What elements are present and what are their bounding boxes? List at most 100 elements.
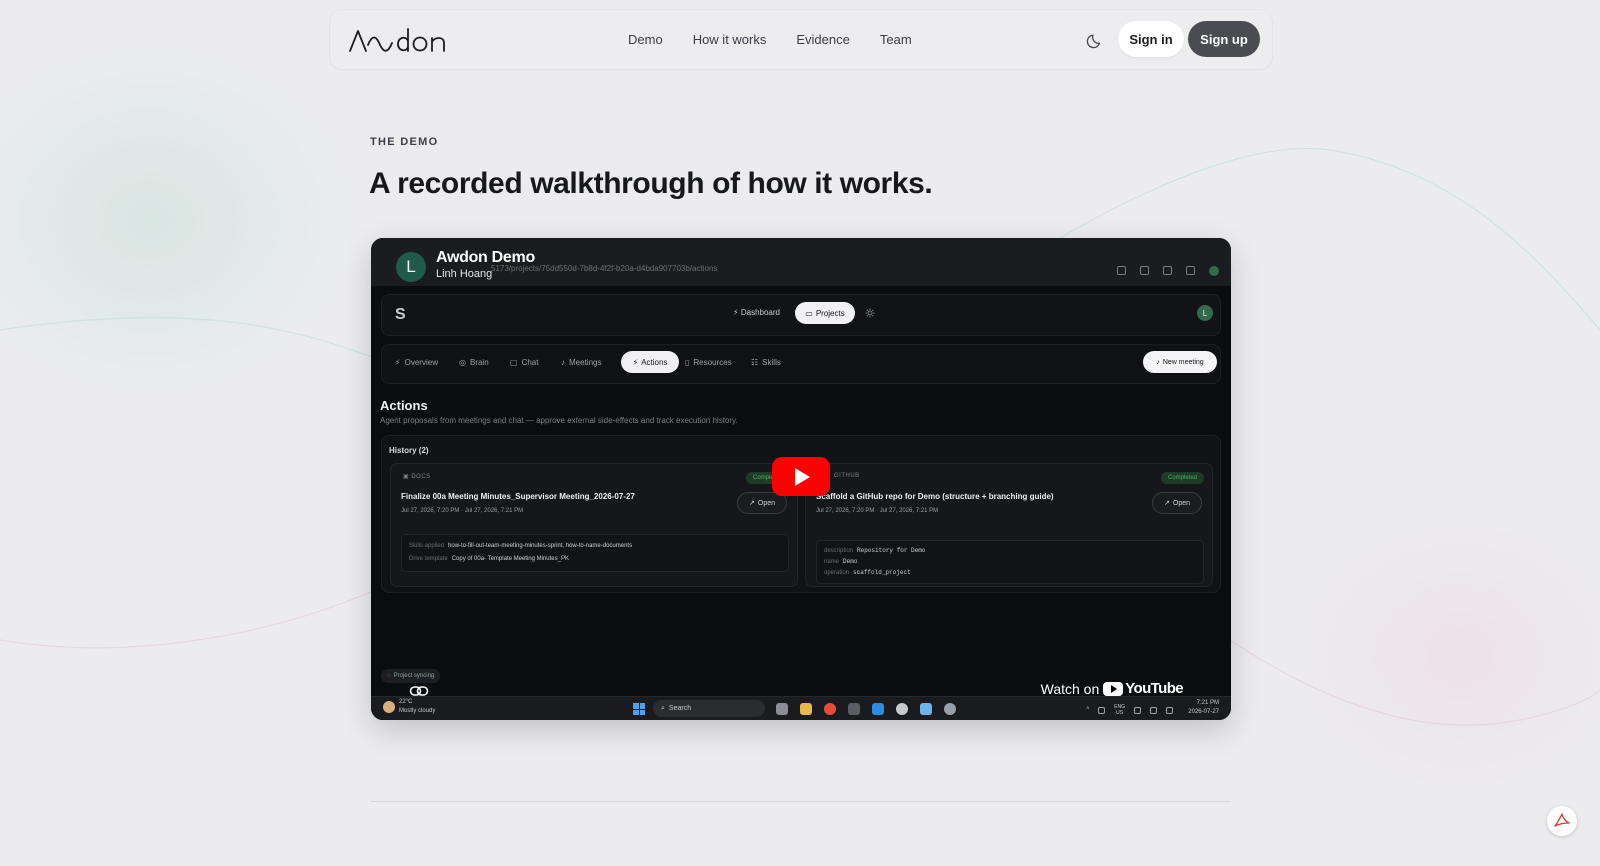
top-navbar: Demo How it works Evidence Team Sign in … xyxy=(330,10,1272,69)
card-details: Skills applied how-to-fill-out-team-meeti… xyxy=(401,534,789,572)
action-card: GITHUB Completed Scaffold a GitHub repo … xyxy=(805,463,1213,587)
download-icon xyxy=(1163,266,1172,275)
tab-skills: ☷ Skills xyxy=(751,358,781,367)
clock-time: 7:21 PM xyxy=(1196,700,1219,706)
awdon-logo[interactable] xyxy=(348,25,456,55)
section-title: A recorded walkthrough of how it works. xyxy=(369,167,933,200)
history-label: History (2) xyxy=(389,446,429,455)
tab-resources-label: Resources xyxy=(693,358,732,367)
detail-value: how-to-fill-out-team-meeting-minutes-spr… xyxy=(448,543,633,549)
file-explorer-icon xyxy=(800,703,812,715)
status-badge: Completed xyxy=(1160,472,1204,484)
weather-temp: 22°C xyxy=(399,699,413,705)
card-time: Jul 27, 2026, 7:20 PM · Jul 27, 2026, 7:… xyxy=(816,508,939,514)
task-view-icon xyxy=(776,703,788,715)
projects-label: Projects xyxy=(815,308,845,318)
watch-on-label: Watch on xyxy=(1040,680,1100,697)
nav-links: Demo How it works Evidence Team xyxy=(628,10,912,69)
pdf-floating-button[interactable] xyxy=(1547,806,1577,836)
open-label: Open xyxy=(757,499,775,507)
background-glow-right xyxy=(1280,506,1600,806)
detail-key: operation xyxy=(824,570,850,576)
nav-link-how-it-works[interactable]: How it works xyxy=(693,32,767,47)
tab-overview: ⚡ Overview xyxy=(395,358,438,367)
detail-key: Drive template xyxy=(409,556,448,562)
watch-on-youtube-button[interactable]: Watch on YouTube xyxy=(1040,680,1184,697)
extension-icon xyxy=(1140,266,1149,275)
play-button[interactable] xyxy=(772,457,830,496)
overview-icon: ⚡ xyxy=(395,358,401,367)
detail-value: Repository for Demo xyxy=(857,547,926,554)
dashboard-label: Dashboard xyxy=(740,308,780,317)
detail-row: name Demo xyxy=(824,558,857,565)
play-icon xyxy=(795,467,810,486)
taskbar-search: ⌕ Search xyxy=(653,700,765,717)
wifi-icon xyxy=(1134,706,1141,714)
battery-icon xyxy=(1166,706,1173,714)
tab-actions-label: Actions xyxy=(641,357,668,367)
book-icon: ▯ xyxy=(685,358,690,367)
folder-icon: ▭ xyxy=(805,308,813,318)
sync-icon: ◌ xyxy=(387,673,391,679)
channel-avatar[interactable]: L xyxy=(396,252,426,282)
card-tag-label: DOCS xyxy=(411,474,431,480)
video-title[interactable]: Awdon Demo xyxy=(436,249,535,267)
taskbar-clock: 7:21 PM 2026-07-27 xyxy=(1188,699,1219,717)
detail-row: description Repository for Demo xyxy=(824,547,925,554)
detail-row: operation scaffold_project xyxy=(824,569,911,576)
detail-value: Copy of 00a- Template Meeting Minutes_PK xyxy=(451,556,569,562)
region-code: US xyxy=(1116,710,1124,716)
detail-key: Skills applied xyxy=(409,543,445,549)
open-label: Open xyxy=(1172,499,1190,507)
nav-link-demo[interactable]: Demo xyxy=(628,32,663,47)
profile-icon xyxy=(1186,266,1195,275)
tab-actions: ⚡ Actions xyxy=(621,351,679,373)
action-card: ▣ DOCS Completed Finalize 00a Meeting Mi… xyxy=(390,463,798,587)
volume-icon xyxy=(1150,706,1157,714)
detail-key: name xyxy=(824,559,840,565)
pdf-icon xyxy=(1554,813,1570,827)
video-channel[interactable]: Linh Hoang xyxy=(436,268,492,280)
app-dashboard-link: ⚡ Dashboard xyxy=(733,308,780,317)
browser-url: 5173/projects/75dd550d-7b8d-4f2f-b20a-d4… xyxy=(491,264,718,273)
youtube-wordmark: YouTube xyxy=(1125,680,1183,697)
tab-brain-label: Brain xyxy=(469,358,489,367)
weather-icon xyxy=(383,701,395,713)
sign-up-button[interactable]: Sign up xyxy=(1188,21,1260,57)
tab-meetings-label: Meetings xyxy=(569,358,602,367)
youtube-play-icon xyxy=(1103,681,1124,696)
sign-in-button[interactable]: Sign in xyxy=(1118,21,1184,57)
github-tag: GITHUB xyxy=(834,473,860,479)
youtube-logo: YouTube xyxy=(1103,680,1184,697)
weather-desc: Mostly cloudy xyxy=(399,708,436,714)
app-icon xyxy=(896,703,908,715)
actions-page-description: Agent proposals from meetings and chat —… xyxy=(380,416,738,425)
tab-overview-label: Overview xyxy=(404,358,438,367)
tab-meetings: ♪ Meetings xyxy=(561,358,601,367)
detail-value: Demo xyxy=(843,558,858,565)
youtube-video-embed[interactable]: 5173/projects/75dd550d-7b8d-4f2f-b20a-d4… xyxy=(371,238,1231,720)
new-meeting-label: New meeting xyxy=(1162,358,1204,366)
chrome-icon xyxy=(824,703,836,715)
mic-icon: ♪ xyxy=(561,358,565,367)
card-title: Scaffold a GitHub repo for Demo (structu… xyxy=(816,492,1054,501)
external-link-icon: ↗ xyxy=(749,500,755,507)
system-tray: ^ ENG US xyxy=(1086,704,1173,716)
tab-chat: ▢ Chat xyxy=(510,358,538,367)
taskbar-search-label: Search xyxy=(668,705,692,712)
star-icon xyxy=(1117,266,1126,275)
moon-icon[interactable] xyxy=(1086,30,1106,50)
search-icon: ⌕ xyxy=(661,704,665,712)
docs-tag: ▣ DOCS xyxy=(403,473,431,480)
browser-toolbar-icons xyxy=(1117,266,1219,276)
section-eyebrow: THE DEMO xyxy=(370,136,439,148)
nav-link-evidence[interactable]: Evidence xyxy=(796,32,849,47)
actions-icon: ⚡ xyxy=(632,357,639,367)
notepad-icon xyxy=(920,703,932,715)
tab-skills-label: Skills xyxy=(762,358,781,367)
nav-link-team[interactable]: Team xyxy=(880,32,912,47)
open-button: ↗ Open xyxy=(1152,492,1202,514)
vscode-icon xyxy=(872,703,884,715)
chat-icon: ▢ xyxy=(510,358,518,367)
project-syncing-status: ◌ Project syncing xyxy=(381,669,441,683)
